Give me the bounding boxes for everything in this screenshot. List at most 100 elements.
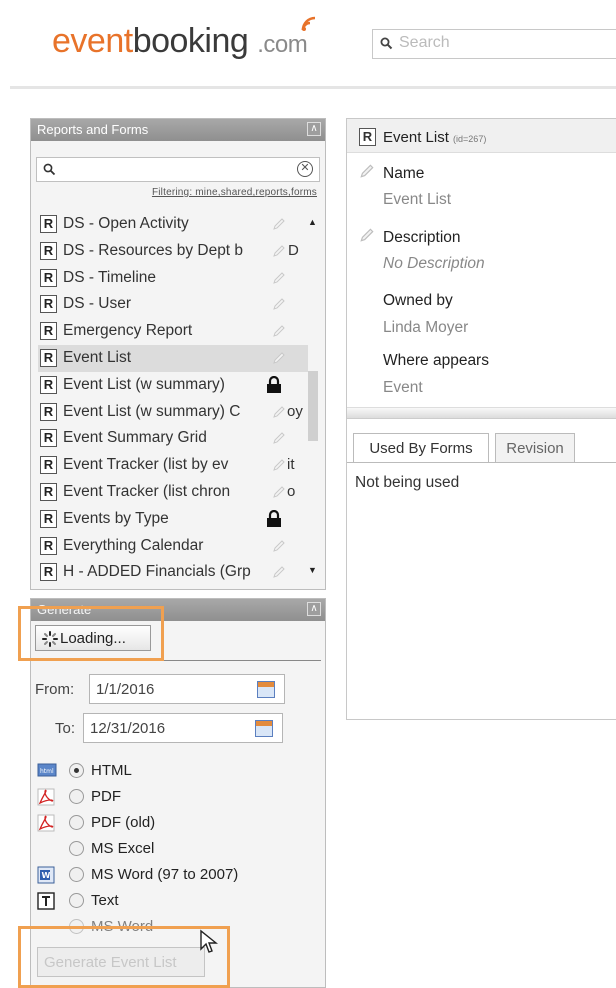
report-item[interactable]: R H - ADDED Financials (Grp bbox=[38, 559, 308, 586]
svg-text:W: W bbox=[42, 871, 51, 880]
pencil-icon[interactable] bbox=[359, 227, 375, 243]
pencil-icon[interactable] bbox=[272, 271, 286, 285]
pdf-icon bbox=[37, 788, 55, 806]
report-item[interactable]: R Event List (w summary) C oy bbox=[38, 399, 308, 426]
from-label: From: bbox=[35, 681, 75, 698]
where-appears-value: Event bbox=[383, 379, 423, 396]
name-value: Event List bbox=[383, 191, 452, 208]
report-badge: R bbox=[40, 322, 57, 341]
report-badge: R bbox=[40, 348, 57, 367]
report-name-overflow: D bbox=[288, 241, 299, 259]
report-badge: R bbox=[40, 295, 57, 314]
scroll-down-icon[interactable]: ▼ bbox=[308, 565, 317, 575]
tab-used-by-forms[interactable]: Used By Forms bbox=[353, 433, 489, 463]
report-item[interactable]: R Event Tracker (list chron o bbox=[38, 479, 308, 506]
report-name: DS - Open Activity bbox=[63, 215, 189, 232]
pencil-icon[interactable] bbox=[272, 297, 286, 311]
pencil-icon[interactable] bbox=[272, 485, 286, 499]
calendar-icon[interactable] bbox=[257, 681, 275, 698]
logo[interactable]: eventbooking .com bbox=[52, 16, 315, 61]
report-badge: R bbox=[40, 536, 57, 555]
report-item-selected[interactable]: R Event List bbox=[38, 344, 308, 372]
reports-and-forms-panel: Reports and Forms ∧ ✕ Filtering: mine,sh… bbox=[30, 118, 326, 590]
collapse-icon[interactable]: ∧ bbox=[307, 602, 321, 616]
report-item[interactable]: R DS - User bbox=[38, 291, 308, 318]
pencil-icon[interactable] bbox=[272, 539, 286, 553]
format-option-ms-word-97[interactable]: W MS Word (97 to 2007) bbox=[37, 864, 297, 888]
format-label: Text bbox=[91, 892, 119, 909]
reports-search-input[interactable]: ✕ bbox=[36, 157, 320, 182]
search-input[interactable]: Search bbox=[372, 29, 616, 59]
pencil-icon[interactable] bbox=[359, 163, 375, 179]
format-radio[interactable] bbox=[69, 893, 84, 908]
search-icon bbox=[380, 37, 393, 50]
pencil-icon[interactable] bbox=[272, 458, 286, 472]
pencil-icon[interactable] bbox=[272, 405, 286, 419]
detail-header: R Event List (id=267) bbox=[347, 119, 616, 153]
report-name: Event List bbox=[63, 348, 132, 366]
report-list-scrollbar[interactable]: ▲ ▼ bbox=[307, 217, 319, 579]
scroll-up-icon[interactable]: ▲ bbox=[308, 217, 317, 227]
pencil-icon[interactable] bbox=[272, 324, 286, 338]
report-item[interactable]: R Everything Calendar bbox=[38, 533, 308, 560]
report-badge: R bbox=[40, 402, 57, 421]
lock-icon bbox=[267, 509, 281, 527]
pencil-icon[interactable] bbox=[272, 217, 286, 231]
format-option-ms-excel[interactable]: MS Excel bbox=[37, 838, 297, 862]
collapse-icon[interactable]: ∧ bbox=[307, 122, 321, 136]
format-option-pdf-old[interactable]: PDF (old) bbox=[37, 812, 297, 836]
report-name: Emergency Report bbox=[63, 322, 193, 340]
report-item[interactable]: R DS - Open Activity bbox=[38, 211, 308, 238]
report-item[interactable]: R Event Summary Grid bbox=[38, 425, 308, 452]
pencil-icon[interactable] bbox=[272, 431, 286, 445]
highlight-generate-button bbox=[18, 926, 230, 988]
tab-revision[interactable]: Revision bbox=[495, 433, 575, 463]
logo-word-booking: booking bbox=[133, 16, 315, 60]
format-radio[interactable] bbox=[69, 815, 84, 830]
detail-splitter[interactable] bbox=[347, 407, 616, 419]
pencil-icon[interactable] bbox=[272, 244, 286, 258]
report-badge: R bbox=[40, 509, 57, 528]
header-divider bbox=[10, 86, 616, 89]
report-item[interactable]: R DS - Timeline bbox=[38, 265, 308, 292]
calendar-icon[interactable] bbox=[255, 720, 273, 737]
from-date-input[interactable]: 1/1/2016 bbox=[89, 674, 285, 704]
report-name: Events by Type bbox=[63, 509, 169, 527]
detail-id: (id=267) bbox=[453, 134, 487, 144]
report-item[interactable]: R DS - Resources by Dept b D bbox=[38, 238, 308, 265]
reports-panel-title: Reports and Forms bbox=[37, 122, 149, 137]
clear-search-icon[interactable]: ✕ bbox=[297, 161, 313, 177]
report-badge: R bbox=[40, 268, 57, 287]
scrollbar-thumb[interactable] bbox=[308, 371, 318, 441]
pencil-icon[interactable] bbox=[272, 351, 286, 365]
format-radio[interactable] bbox=[69, 763, 84, 778]
format-option-text[interactable]: Text bbox=[37, 890, 297, 914]
report-name: DS - User bbox=[63, 295, 132, 313]
format-option-html[interactable]: html HTML bbox=[37, 760, 297, 784]
description-value: No Description bbox=[383, 255, 485, 272]
report-badge: R bbox=[359, 128, 376, 146]
report-name: Event Tracker (list chron bbox=[63, 482, 231, 500]
filter-link[interactable]: Filtering: mine,shared,reports,forms bbox=[152, 187, 317, 198]
to-date-input[interactable]: 12/31/2016 bbox=[83, 713, 283, 743]
to-date-value: 12/31/2016 bbox=[90, 720, 166, 737]
report-item[interactable]: R Events by Type bbox=[38, 506, 308, 533]
report-item[interactable]: R Emergency Report bbox=[38, 318, 308, 345]
svg-text:html: html bbox=[40, 768, 54, 775]
format-radio[interactable] bbox=[69, 789, 84, 804]
report-list: R DS - Open Activity R DS - Resources by… bbox=[38, 211, 308, 586]
pencil-icon[interactable] bbox=[272, 565, 286, 579]
format-label: PDF bbox=[91, 788, 121, 805]
logo-word-com: .com bbox=[257, 31, 308, 58]
format-label: MS Word (97 to 2007) bbox=[91, 866, 239, 883]
tab-divider bbox=[347, 462, 616, 463]
report-item[interactable]: R Event Tracker (list by ev it bbox=[38, 452, 308, 479]
report-name: Event List (w summary) bbox=[63, 375, 225, 393]
format-option-pdf[interactable]: PDF bbox=[37, 786, 297, 810]
format-label: HTML bbox=[91, 762, 132, 779]
report-name: Everything Calendar bbox=[63, 536, 204, 554]
report-detail-panel: R Event List (id=267) Name Event List De… bbox=[346, 118, 616, 720]
format-radio[interactable] bbox=[69, 867, 84, 882]
report-item[interactable]: R Event List (w summary) bbox=[38, 372, 308, 399]
format-radio[interactable] bbox=[69, 841, 84, 856]
